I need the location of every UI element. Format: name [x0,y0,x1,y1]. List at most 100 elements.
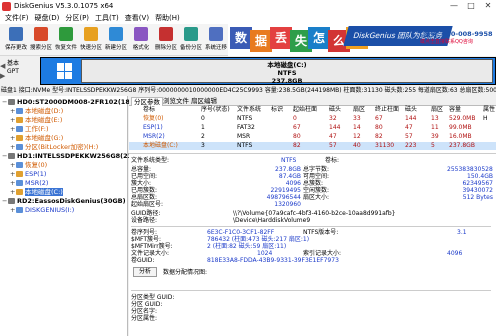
column-header[interactable]: 卷标 [143,106,155,114]
column-header[interactable]: 标识 [271,106,283,114]
volume-guid-label: 卷GUID: [131,257,155,264]
tree-partition[interactable]: + 本地磁盘(D:) [10,107,63,116]
minimize-button[interactable]: — [446,0,462,12]
disk-type-basic: 基本 [6,60,19,67]
column-header[interactable]: 终止柱面 [375,106,399,114]
detail-label: 可用空间: [303,173,330,180]
table-cell: 67 [293,124,301,131]
tab-partition-params[interactable]: 分区参数 [131,97,163,106]
table-cell: 1 [201,124,205,131]
expand-icon[interactable]: + [10,188,15,197]
column-header[interactable]: 起始柱面 [293,106,317,114]
analyze-button[interactable]: 分析 [133,267,157,277]
collapse-icon[interactable]: − [2,152,7,161]
menu-bar: 文件(F) 硬盘(D) 分区(P) 工具(T) 查看(V) 帮助(H) [0,12,496,24]
partition-icon [16,162,23,168]
table-cell: FAT32 [237,124,255,131]
expand-icon[interactable]: + [10,170,15,179]
expand-icon[interactable]: + [10,125,15,134]
partition-block-c[interactable]: 本地磁盘(C:) NTFS 237.8GB [40,57,496,85]
table-cell: 99.0MB [449,124,472,131]
expand-icon[interactable]: + [10,161,15,170]
expand-icon[interactable]: + [10,206,15,215]
expand-icon[interactable]: + [10,116,15,125]
column-header[interactable]: 文件系统 [237,106,261,114]
partition-icon [16,117,23,123]
detail-value: 62349567 [462,180,493,187]
expand-icon[interactable]: + [10,107,15,116]
table-cell: 80 [375,124,383,131]
volume-guid-value: 818E33A8-FDDA-43B9-9331-39F3E1EF7973 [207,257,339,264]
table-row[interactable]: 恢复(0) 0 NTFS 0 32 33 67 144 13 529.0MB H [129,115,496,123]
menu-help[interactable]: 帮助(H) [152,13,183,23]
table-row[interactable]: MSR(2) 2 MSR 80 47 12 82 57 39 16.0MB [129,133,496,141]
close-button[interactable]: ✕ [480,0,496,12]
tree-partition[interactable]: + 本地磁盘(C:) [10,188,63,197]
partition-block-fs: NTFS [277,69,297,77]
tree-partition[interactable]: + 本地磁盘(G:) [10,134,63,143]
disk-tree: − HD0:ST2000DM008-2FR102(1863GB) + 本地磁盘(D:)… [0,96,152,336]
column-header[interactable]: 磁头 [329,106,341,114]
app-icon [2,1,11,11]
tree-disk-2[interactable]: − RD2:EassosDiskGenius(30GB) [2,197,126,206]
table-row[interactable]: ESP(1) 1 FAT32 67 144 14 80 47 11 99.0MB [129,124,496,132]
menu-partition[interactable]: 分区(P) [62,13,92,23]
table-cell: 67 [375,115,383,122]
tab-browse-files[interactable]: 浏览文件 [161,97,191,106]
migrate-system-icon [209,27,223,41]
collapse-icon[interactable]: − [2,197,7,206]
tree-partition[interactable]: + DISKGENIUS(I:) [10,206,74,215]
column-header[interactable]: 扇区 [353,106,365,114]
table-cell: MSR [237,133,251,140]
disk-icon [8,153,15,159]
menu-file[interactable]: 文件(F) [2,13,32,23]
table-cell: 223 [405,142,417,149]
table-cell: 16.0MB [449,133,472,140]
column-header[interactable]: 容量 [449,106,461,114]
device-path-label: 设备路径: [131,217,158,224]
expand-icon[interactable]: + [10,179,15,188]
menu-disk[interactable]: 硬盘(D) [32,13,63,23]
tab-sector-edit[interactable]: 扇区编辑 [189,97,219,106]
partition-guid-label: 分区 GUID: [131,301,163,308]
ad-tile: 数 [230,27,252,49]
collapse-icon[interactable]: − [2,98,7,107]
detail-label: 总扇区数: [131,194,158,201]
detail-value: 237.8GB [275,166,301,173]
tree-partition[interactable]: + MSR(2) [10,179,48,188]
expand-icon[interactable]: + [10,143,15,152]
table-cell: 144 [405,115,417,122]
ad-banner[interactable]: 数据丢失怎么办 DiskGenius 团队为您服务 服务: 400-008-99… [228,24,496,56]
serial-value: 6E3C-F1C0-3CF1-82FF [207,229,275,236]
column-header[interactable]: 磁头 [405,106,417,114]
column-header[interactable]: 属性 [483,106,495,114]
column-header[interactable]: 序号(状态) [201,106,230,114]
expand-icon[interactable]: + [10,134,15,143]
menu-tools[interactable]: 工具(T) [92,13,122,23]
tree-partition[interactable]: + 工作(F:) [10,125,49,134]
record-size-value: 1024 [257,250,273,257]
table-cell: 13 [431,115,439,122]
tree-partition[interactable]: + 恢复(0) [10,161,47,170]
column-header[interactable]: 扇区 [431,106,443,114]
ad-tile: 丢 [270,27,292,49]
menu-view[interactable]: 查看(V) [122,13,152,23]
detail-label: 已用簇数: [131,187,158,194]
tree-partition[interactable]: + 分区(BitLocker加密)(H:) [10,143,98,152]
mftmirr-label: $MFTMirr簇号: [131,243,173,250]
tab-strip: 分区参数 浏览文件 扇区编辑 [129,96,496,106]
partition-block-info: 本地磁盘(C:) NTFS 237.8GB [81,59,493,85]
tree-partition[interactable]: + ESP(1) [10,170,46,179]
tree-partition-label: 本地磁盘(G:) [25,134,64,142]
tree-disk-1[interactable]: − HD1:INTELSSDPEKKW256G8(238GB) [2,152,150,161]
table-row[interactable]: 本地磁盘(C:) 3 NTFS 82 57 40 31130 223 5 237.8GB [129,142,496,150]
delete-partition-icon [159,27,173,41]
detail-label: 扇区大小: [303,194,330,201]
device-path-value: \Device\HarddiskVolume9 [233,217,311,224]
migrate-system-button[interactable]: 系统迁移 [202,26,230,54]
table-cell: 3 [201,142,205,149]
tree-partition[interactable]: + 本地磁盘(E:) [10,116,62,125]
maximize-button[interactable]: □ [463,0,479,12]
table-cell: 57 [329,142,337,149]
table-cell: 144 [329,124,341,131]
